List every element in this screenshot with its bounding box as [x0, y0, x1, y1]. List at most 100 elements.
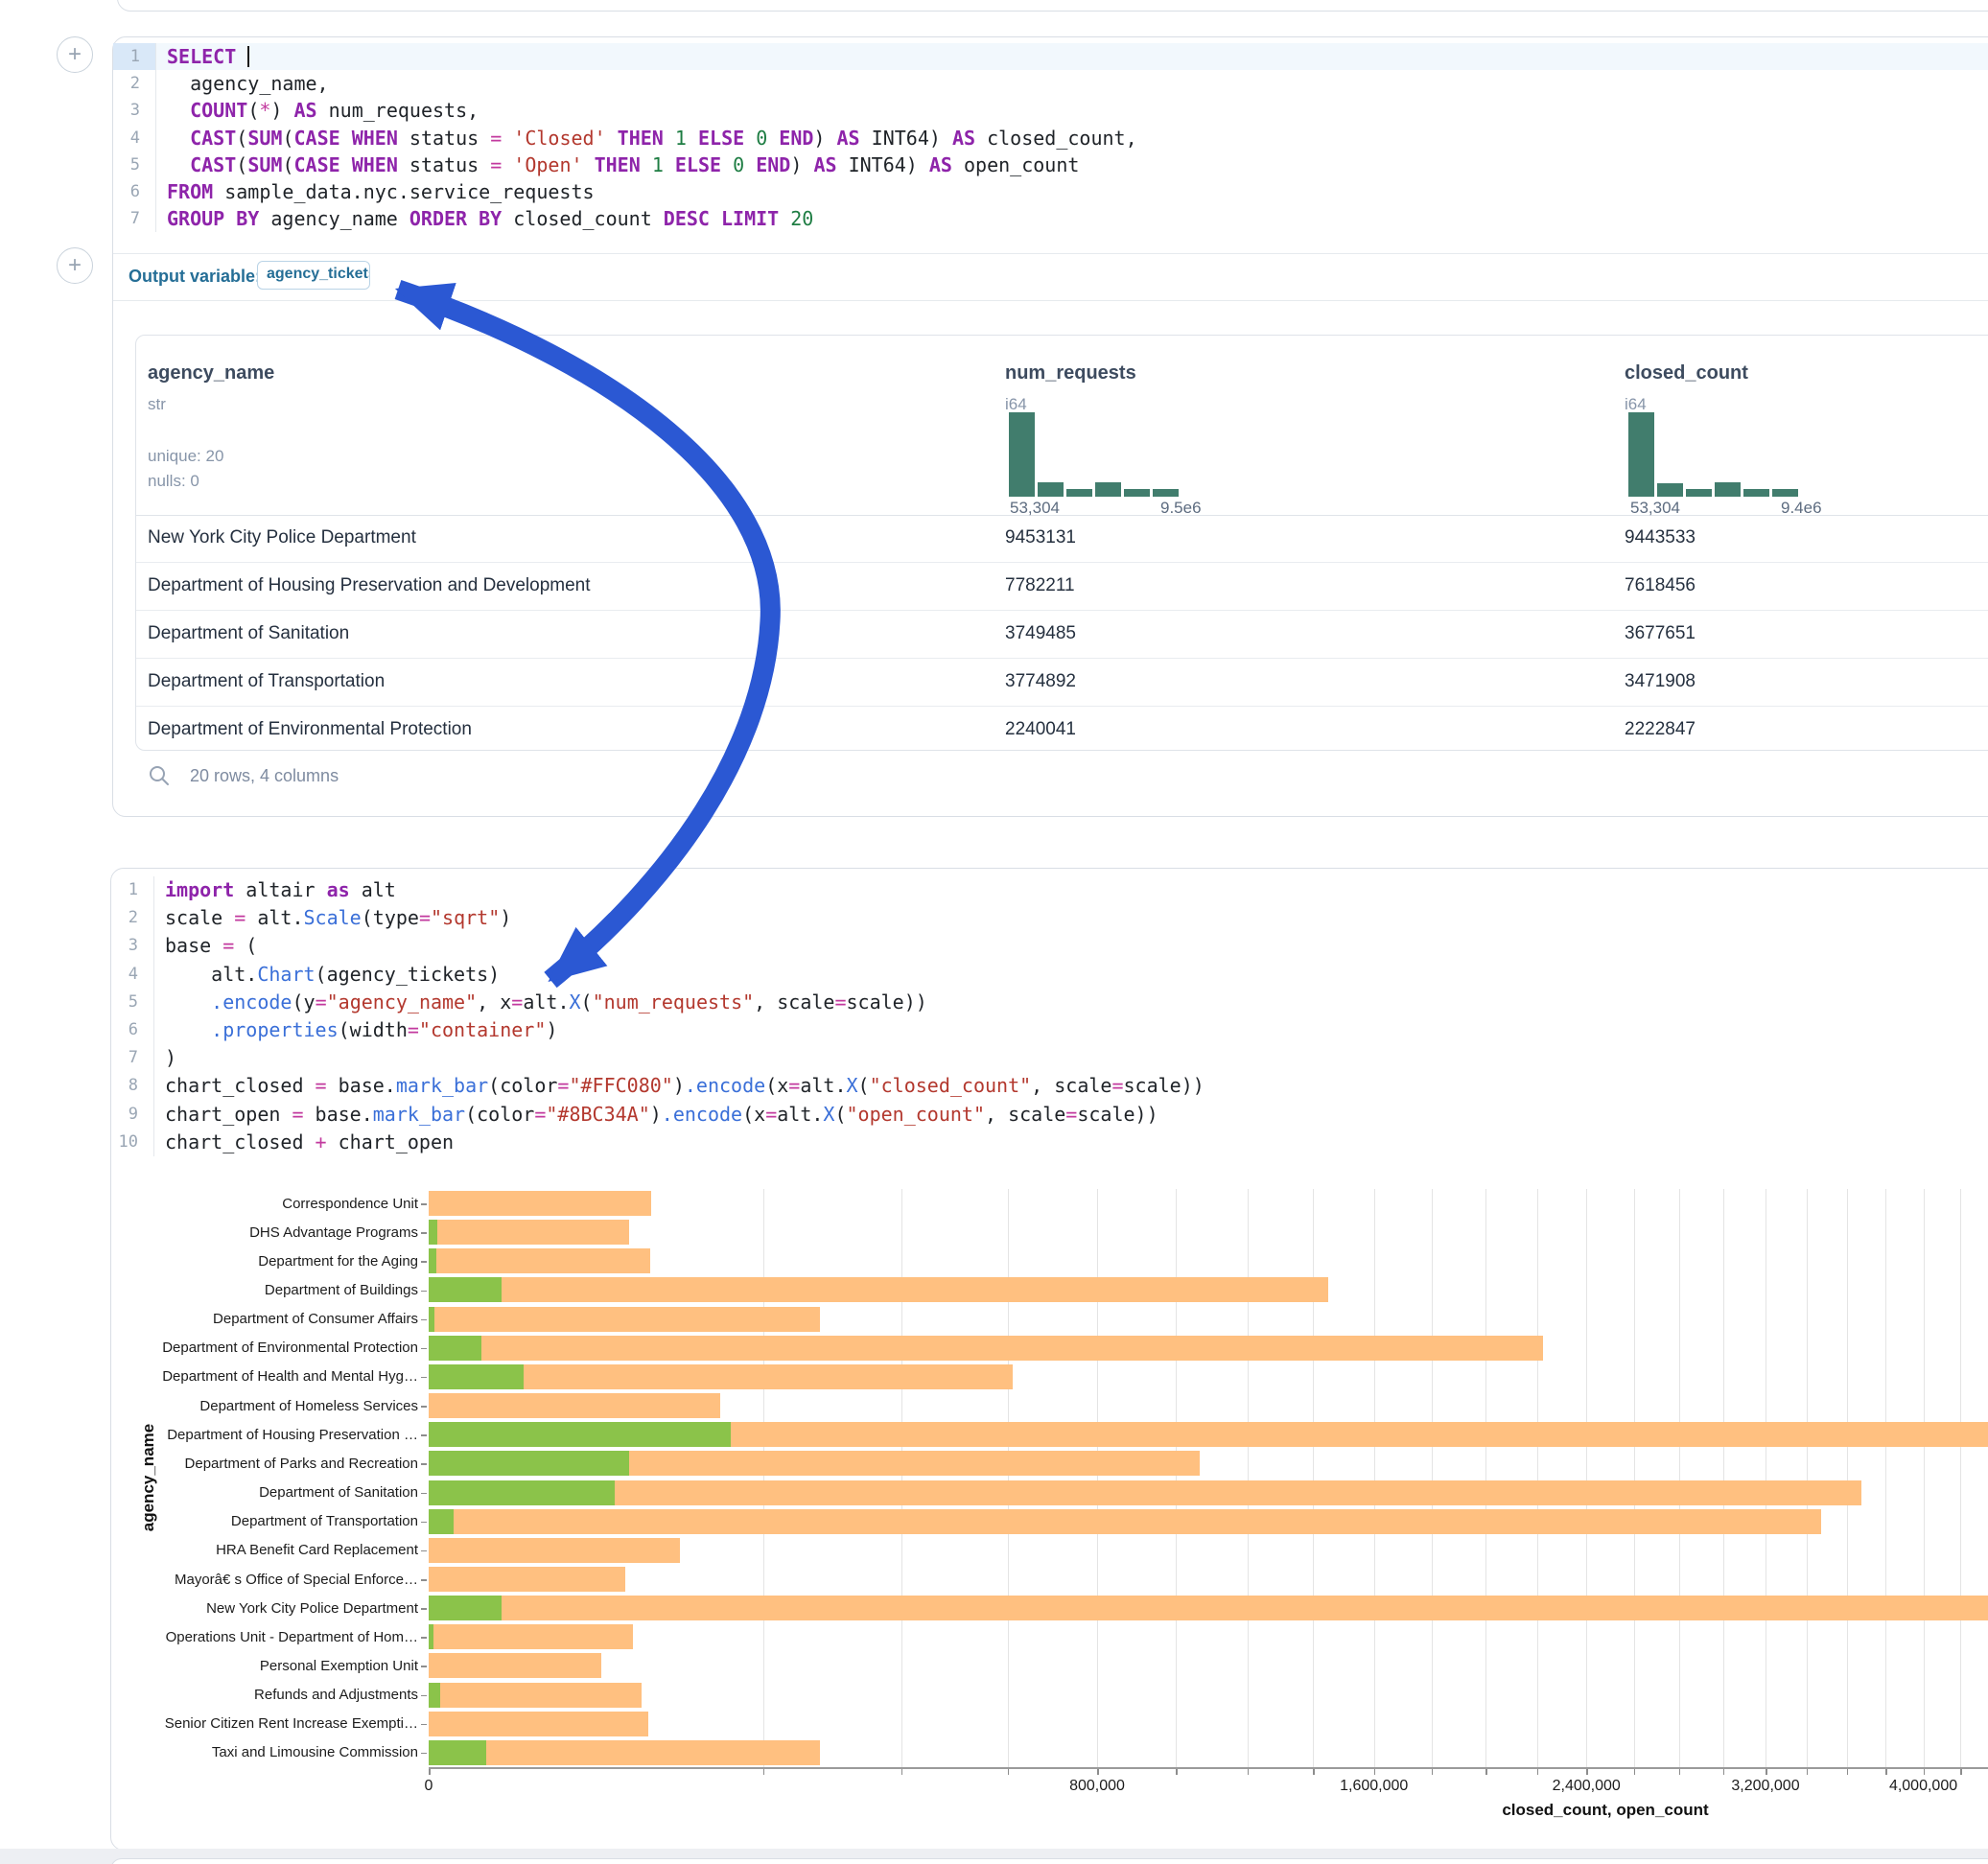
code-line[interactable]: 10chart_closed + chart_open	[111, 1129, 1988, 1156]
column-meta-unique: unique: 20	[148, 447, 223, 466]
search-icon[interactable]	[147, 763, 172, 788]
code-line[interactable]: 5 CAST(SUM(CASE WHEN status = 'Open' THE…	[113, 151, 1988, 178]
histogram-bar	[1153, 489, 1179, 497]
line-number: 8	[111, 1072, 154, 1100]
line-number: 3	[113, 97, 156, 124]
table-cell: 2240041	[1005, 707, 1076, 751]
line-number: 5	[111, 989, 154, 1016]
histogram-bar	[1715, 482, 1741, 497]
column-type: i64	[1005, 395, 1027, 414]
code-text: chart_closed = base.mark_bar(color="#FFC…	[165, 1072, 1204, 1100]
previous-cell-edge	[117, 0, 1988, 12]
code-line[interactable]: 3⌄base = (	[111, 932, 1988, 960]
line-number: 4	[111, 961, 154, 989]
table-cell: 3677651	[1625, 611, 1696, 657]
histogram-bar	[1657, 483, 1683, 497]
table-cell: 7618456	[1625, 563, 1696, 609]
column-name: num_requests	[1005, 362, 1136, 384]
code-text: chart_open = base.mark_bar(color="#8BC34…	[165, 1101, 1158, 1129]
code-line[interactable]: 5 .encode(y="agency_name", x=alt.X("num_…	[111, 989, 1988, 1016]
code-text: base = (	[165, 932, 257, 960]
histogram-bar	[1066, 489, 1092, 497]
line-number: 9	[111, 1101, 154, 1129]
code-text: COUNT(*) AS num_requests,	[167, 97, 479, 124]
table-row[interactable]: Department of Sanitation 3749485 3677651	[136, 610, 1988, 658]
code-text: chart_closed + chart_open	[165, 1129, 454, 1156]
histogram-bar	[1124, 489, 1150, 497]
code-line[interactable]: 1 import altair as alt	[111, 876, 1988, 904]
notebook-page: + + 1⌄SELECT 2 agency_name,3 COUNT(*) AS…	[0, 0, 1988, 1864]
line-number: 6	[111, 1016, 154, 1044]
python-code-editor[interactable]: 1 import altair as alt 2 scale = alt.Scale(…	[111, 876, 1988, 1156]
sql-cell: 1⌄SELECT 2 agency_name,3 COUNT(*) AS num…	[112, 36, 1988, 817]
code-text: CAST(SUM(CASE WHEN status = 'Open' THEN …	[167, 151, 1079, 178]
column-type: i64	[1625, 395, 1647, 414]
histogram-bar	[1772, 489, 1798, 497]
table-cell: Department of Environmental Protection	[148, 707, 472, 751]
table-cell: Department of Sanitation	[148, 611, 349, 657]
line-number: 3	[111, 932, 154, 960]
histogram-bar	[1095, 482, 1121, 497]
line-number: 1	[111, 876, 154, 904]
histogram-bar	[1628, 412, 1654, 497]
python-cell: 1 import altair as alt 2 scale = alt.Scale(…	[110, 868, 1988, 1851]
column-header-num-requests[interactable]: num_requests i64 53,304 9.5e6	[1005, 336, 1389, 515]
code-text: alt.Chart(agency_tickets)	[165, 961, 500, 989]
table-cell: 3749485	[1005, 611, 1076, 657]
table-cell: 2222847	[1625, 707, 1696, 751]
table-cell: 9453131	[1005, 515, 1076, 561]
results-table: agency_name str unique: 20 nulls: 0 num_…	[135, 335, 1988, 751]
table-row[interactable]: Department of Transportation377489234719…	[136, 658, 1988, 706]
results-table-header: agency_name str unique: 20 nulls: 0 num_…	[136, 336, 1988, 516]
sql-code-editor[interactable]: 1⌄SELECT 2 agency_name,3 COUNT(*) AS num…	[113, 43, 1988, 232]
code-text: SELECT	[167, 43, 249, 70]
add-cell-button-top[interactable]: +	[57, 36, 93, 73]
add-cell-button-middle[interactable]: +	[57, 247, 93, 284]
code-line[interactable]: 1⌄SELECT	[113, 43, 1988, 70]
output-variable-row: Output variable: agency_tickets	[113, 253, 1988, 301]
table-cell: 7782211	[1005, 563, 1075, 609]
line-number: 7	[113, 205, 156, 232]
line-number: 7	[111, 1044, 154, 1072]
column-header-agency-name[interactable]: agency_name str unique: 20 nulls: 0	[148, 336, 819, 515]
code-line[interactable]: 8 chart_closed = base.mark_bar(color="#FF…	[111, 1072, 1988, 1100]
output-variable-badge[interactable]: agency_tickets	[257, 261, 370, 290]
table-row[interactable]: Department of Housing Preservation and D…	[136, 562, 1988, 610]
code-line[interactable]: 9 chart_open = base.mark_bar(color="#8BC3…	[111, 1101, 1988, 1129]
code-line[interactable]: 7GROUP BY agency_name ORDER BY closed_co…	[113, 205, 1988, 232]
code-text: )	[165, 1044, 176, 1072]
code-line[interactable]: 6 .properties(width="container")	[111, 1016, 1988, 1044]
line-number: 1	[113, 43, 156, 70]
column-type: str	[148, 395, 166, 414]
line-number: 6	[113, 178, 156, 205]
code-text: scale = alt.Scale(type="sqrt")	[165, 904, 511, 932]
line-number: 2	[111, 904, 154, 932]
text-cursor	[247, 46, 249, 67]
histogram-bar	[1743, 489, 1769, 497]
table-cell: Department of Housing Preservation and D…	[148, 563, 591, 609]
code-line[interactable]: 6 FROM sample_data.nyc.service_requests	[113, 178, 1988, 205]
table-row[interactable]: New York City Police Department 9453131 94…	[136, 515, 1988, 562]
code-text: FROM sample_data.nyc.service_requests	[167, 178, 595, 205]
next-cell-edge	[110, 1858, 1988, 1864]
table-cell: 9443533	[1625, 515, 1696, 561]
code-line[interactable]: 4 CAST(SUM(CASE WHEN status = 'Closed' T…	[113, 125, 1988, 151]
code-line[interactable]: 7)	[111, 1044, 1988, 1072]
code-line[interactable]: 3 COUNT(*) AS num_requests,	[113, 97, 1988, 124]
line-number: 2	[113, 70, 156, 97]
code-text: CAST(SUM(CASE WHEN status = 'Closed' THE…	[167, 125, 1137, 151]
code-text: import altair as alt	[165, 876, 396, 904]
code-line[interactable]: 4 alt.Chart(agency_tickets)	[111, 961, 1988, 989]
column-name: closed_count	[1625, 362, 1748, 384]
code-line[interactable]: 2 agency_name,	[113, 70, 1988, 97]
line-number: 5	[113, 151, 156, 178]
column-name: agency_name	[148, 362, 274, 384]
code-line[interactable]: 2 scale = alt.Scale(type="sqrt")	[111, 904, 1988, 932]
table-cell: New York City Police Department	[148, 515, 416, 561]
table-cell: Department of Transportation	[148, 659, 385, 705]
table-row[interactable]: Department of Environmental Protection 22…	[136, 706, 1988, 751]
histogram-bar	[1686, 489, 1712, 497]
column-histogram	[1628, 412, 1801, 497]
column-header-closed-count[interactable]: closed_count i64 53,304 9.4e6	[1625, 336, 1988, 515]
code-text: .encode(y="agency_name", x=alt.X("num_re…	[165, 989, 927, 1016]
